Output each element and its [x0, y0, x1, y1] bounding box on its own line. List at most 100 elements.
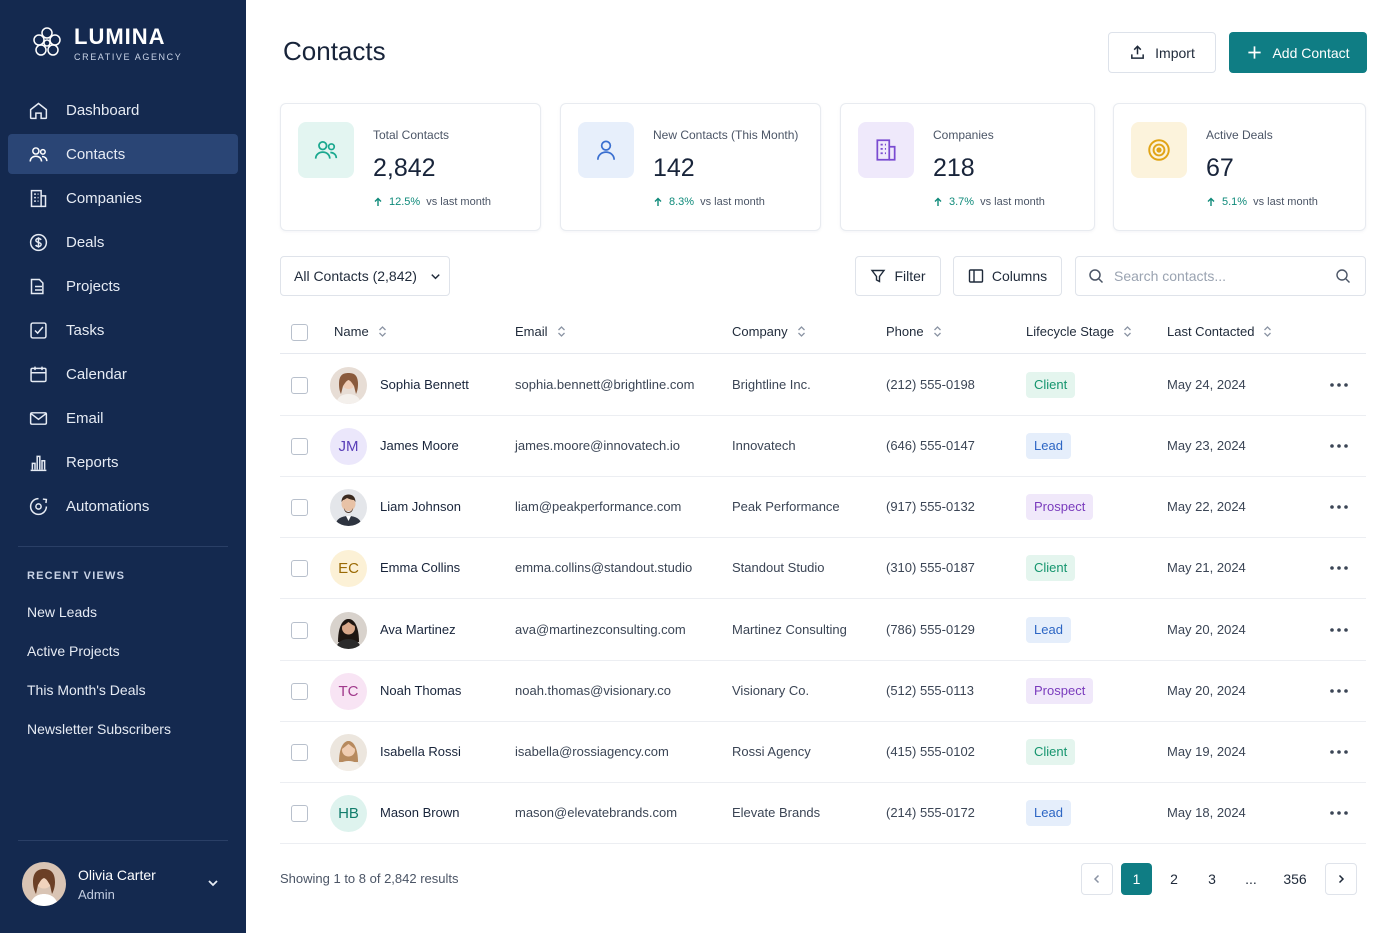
sidebar-item-deals[interactable]: Deals	[8, 222, 238, 262]
row-more-button[interactable]	[1328, 497, 1350, 517]
row-checkbox[interactable]	[291, 683, 308, 700]
table-row[interactable]: Ava Martinez ava@martinezconsulting.com …	[280, 600, 1366, 661]
recent-item-newsletter-subscribers[interactable]: Newsletter Subscribers	[27, 717, 171, 756]
contact-company: Standout Studio	[732, 560, 825, 575]
sidebar-item-email[interactable]: Email	[8, 398, 238, 438]
column-header-lifecycle-stage[interactable]: Lifecycle Stage	[1026, 324, 1132, 339]
table-row[interactable]: TC Noah Thomas noah.thomas@visionary.co …	[280, 661, 1366, 722]
logo-icon	[33, 27, 61, 56]
row-more-button[interactable]	[1328, 620, 1350, 640]
row-more-button[interactable]	[1328, 558, 1350, 578]
contact-email[interactable]: ava@martinezconsulting.com	[515, 622, 686, 637]
stat-label: Total Contacts	[373, 128, 450, 142]
filter-button[interactable]: Filter	[855, 256, 941, 296]
contact-email[interactable]: noah.thomas@visionary.co	[515, 683, 671, 698]
contact-name[interactable]: Sophia Bennett	[380, 377, 469, 392]
upload-icon	[1131, 45, 1145, 59]
row-checkbox[interactable]	[291, 499, 308, 516]
user-profile[interactable]: Olivia Carter Admin	[22, 860, 232, 908]
contact-name[interactable]: Emma Collins	[380, 560, 460, 575]
row-checkbox[interactable]	[291, 560, 308, 577]
stat-delta: 8.3% vs last month	[653, 196, 765, 208]
pagination-page-3[interactable]: 3	[1198, 863, 1226, 895]
contact-email[interactable]: liam@peakperformance.com	[515, 499, 681, 514]
stat-value: 218	[933, 154, 975, 182]
add-contact-button[interactable]: Add Contact	[1229, 32, 1367, 73]
sidebar-item-label: Email	[66, 409, 104, 427]
contact-name[interactable]: Liam Johnson	[380, 499, 461, 514]
column-header-company[interactable]: Company	[732, 324, 806, 339]
row-checkbox[interactable]	[291, 805, 308, 822]
row-more-button[interactable]	[1328, 742, 1350, 762]
select-all-checkbox[interactable]	[291, 324, 308, 341]
table-row[interactable]: HB Mason Brown mason@elevatebrands.com E…	[280, 783, 1366, 844]
columns-button[interactable]: Columns	[953, 256, 1062, 296]
sidebar-item-projects[interactable]: Projects	[8, 266, 238, 306]
sidebar-item-contacts[interactable]: Contacts	[8, 134, 238, 174]
pagination-page-1[interactable]: 1	[1121, 863, 1152, 895]
sidebar-item-companies[interactable]: Companies	[8, 178, 238, 218]
stat-delta-suffix: vs last month	[980, 196, 1045, 208]
stat-card-companies: Companies 218 3.7% vs last month	[840, 103, 1095, 231]
contact-email[interactable]: isabella@rossiagency.com	[515, 744, 669, 759]
avatar	[330, 489, 367, 526]
contact-name[interactable]: Ava Martinez	[380, 622, 456, 637]
view-label: All Contacts (2,842)	[294, 268, 417, 284]
contact-email[interactable]: sophia.bennett@brightline.com	[515, 377, 694, 392]
import-button[interactable]: Import	[1108, 32, 1216, 73]
table-row[interactable]: EC Emma Collins emma.collins@standout.st…	[280, 538, 1366, 599]
recent-item-new-leads[interactable]: New Leads	[27, 600, 171, 639]
table-row[interactable]: JM James Moore james.moore@innovatech.io…	[280, 416, 1366, 477]
pagination-page-last[interactable]: 356	[1276, 863, 1314, 895]
contact-name[interactable]: Isabella Rossi	[380, 744, 461, 759]
column-header-name[interactable]: Name	[334, 324, 387, 339]
page-title: Contacts	[283, 36, 386, 66]
contacts-view-dropdown[interactable]: All Contacts (2,842)	[280, 256, 450, 296]
table-row[interactable]: Sophia Bennett sophia.bennett@brightline…	[280, 355, 1366, 416]
chevron-down-icon[interactable]	[206, 876, 220, 890]
contact-phone: (917) 555-0132	[886, 499, 975, 514]
stat-delta: 5.1% vs last month	[1206, 196, 1318, 208]
chevron-right-icon	[1338, 874, 1345, 884]
row-more-button[interactable]	[1328, 681, 1350, 701]
row-more-button[interactable]	[1328, 375, 1350, 395]
contact-name[interactable]: Noah Thomas	[380, 683, 461, 698]
sidebar-item-dashboard[interactable]: Dashboard	[8, 90, 238, 130]
sidebar-item-reports[interactable]: Reports	[8, 442, 238, 482]
search-input[interactable]	[1114, 268, 1324, 284]
table-row[interactable]: Isabella Rossi isabella@rossiagency.com …	[280, 722, 1366, 783]
sidebar-item-automations[interactable]: Automations	[8, 486, 238, 526]
row-checkbox[interactable]	[291, 377, 308, 394]
row-checkbox[interactable]	[291, 438, 308, 455]
brand-logo[interactable]: LUMINA CREATIVE AGENCY	[30, 24, 182, 62]
user-icon	[597, 140, 615, 160]
arrow-up-icon	[1207, 197, 1215, 206]
pagination-next-button[interactable]	[1325, 863, 1357, 895]
row-more-button[interactable]	[1328, 436, 1350, 456]
row-checkbox[interactable]	[291, 744, 308, 761]
pagination-prev-button[interactable]	[1081, 863, 1113, 895]
sidebar-item-calendar[interactable]: Calendar	[8, 354, 238, 394]
dollar-circle-icon	[29, 233, 48, 251]
row-checkbox[interactable]	[291, 622, 308, 639]
recent-item-this-months-deals[interactable]: This Month's Deals	[27, 678, 171, 717]
contact-email[interactable]: mason@elevatebrands.com	[515, 805, 677, 820]
table-header: Name Email Company Phone Lifecycle Stage…	[280, 312, 1366, 354]
column-header-email[interactable]: Email	[515, 324, 566, 339]
more-horizontal-icon	[1330, 383, 1348, 387]
contact-name[interactable]: James Moore	[380, 438, 459, 453]
row-more-button[interactable]	[1328, 803, 1350, 823]
search-icon[interactable]	[1335, 268, 1351, 284]
recent-item-active-projects[interactable]: Active Projects	[27, 639, 171, 678]
sidebar-item-tasks[interactable]: Tasks	[8, 310, 238, 350]
column-header-phone[interactable]: Phone	[886, 324, 942, 339]
search-box[interactable]	[1075, 256, 1366, 296]
pagination-page-2[interactable]: 2	[1160, 863, 1188, 895]
contact-email[interactable]: emma.collins@standout.studio	[515, 560, 692, 575]
contact-email[interactable]: james.moore@innovatech.io	[515, 438, 680, 453]
column-header-last-contacted[interactable]: Last Contacted	[1167, 324, 1272, 339]
table-row[interactable]: Liam Johnson liam@peakperformance.com Pe…	[280, 477, 1366, 538]
contact-name[interactable]: Mason Brown	[380, 805, 459, 820]
last-contacted: May 19, 2024	[1167, 744, 1246, 759]
avatar	[330, 612, 367, 649]
